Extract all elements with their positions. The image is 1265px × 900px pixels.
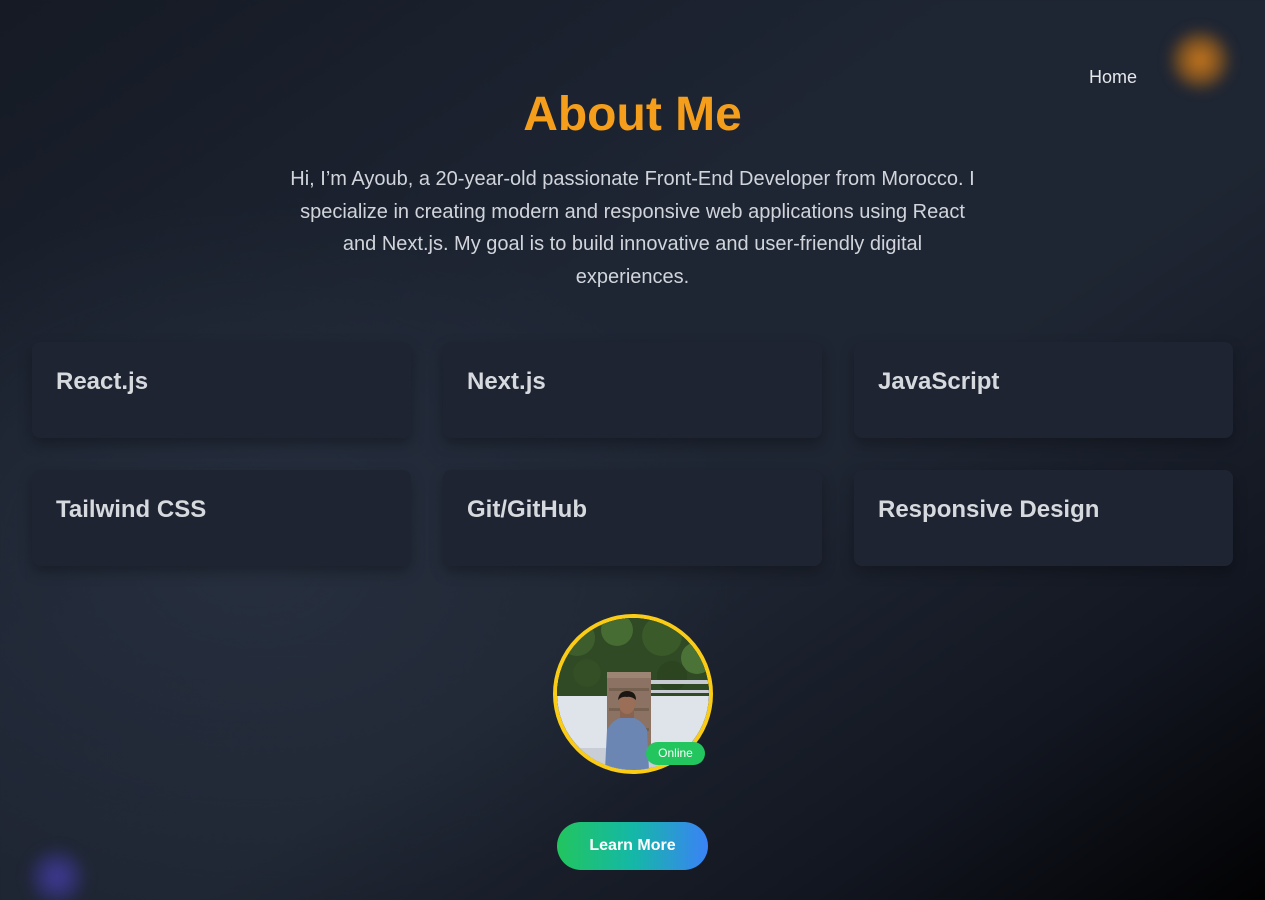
skill-card-nextjs[interactable]: Next.js [443,342,822,438]
profile-avatar-container: Online [553,614,713,774]
decorative-orange-glow [1168,28,1232,92]
skill-card-responsive-design[interactable]: Responsive Design [854,470,1233,566]
skill-label: React.js [56,368,149,395]
skill-label: Tailwind CSS [56,496,207,523]
skill-label: Next.js [467,368,546,395]
skill-card-git-github[interactable]: Git/GitHub [443,470,822,566]
nav-home-link[interactable]: Home [1089,67,1137,88]
page-title: About Me [523,88,742,141]
status-badge: Online [646,742,705,765]
skill-card-javascript[interactable]: JavaScript [854,342,1233,438]
skill-card-tailwind[interactable]: Tailwind CSS [32,470,411,566]
skill-label: Git/GitHub [467,496,587,523]
skill-card-react[interactable]: React.js [32,342,411,438]
skill-label: Responsive Design [878,496,1100,523]
skill-label: JavaScript [878,368,1000,395]
about-intro-text: Hi, I’m Ayoub, a 20-year-old passionate … [290,168,975,288]
decorative-blue-glow [26,846,88,900]
learn-more-button[interactable]: Learn More [557,822,708,870]
